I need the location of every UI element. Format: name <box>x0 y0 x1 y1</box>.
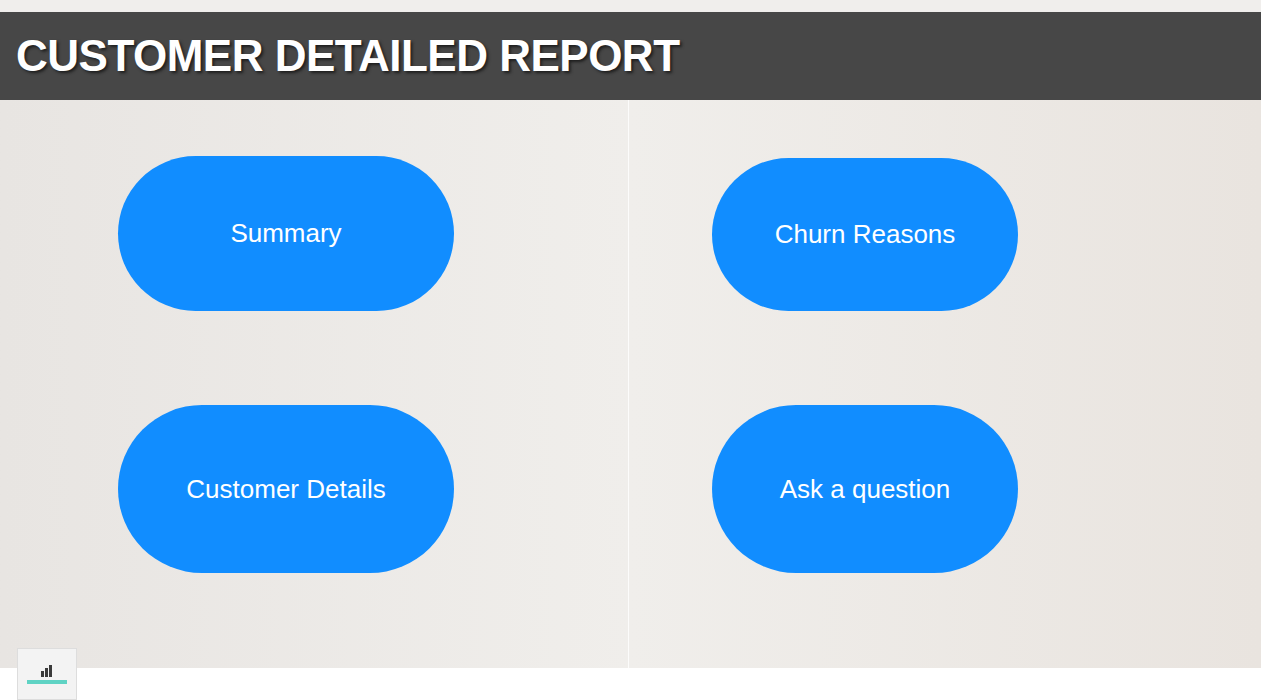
nav-button-label: Ask a question <box>780 473 951 506</box>
report-title: CUSTOMER DETAILED REPORT <box>16 34 680 78</box>
nav-button[interactable]: Summary <box>118 156 454 311</box>
nav-button-label: Churn Reasons <box>775 218 956 251</box>
nav-button-label: Customer Details <box>186 473 385 506</box>
nav-button[interactable]: Churn Reasons <box>712 158 1018 311</box>
header-bar: CUSTOMER DETAILED REPORT <box>0 12 1261 100</box>
nav-grid: Summary Churn Reasons Customer Details Ask … <box>0 100 1261 573</box>
nav-button-label: Summary <box>230 217 341 250</box>
logo-icon <box>17 648 77 700</box>
background-picture: Summary Churn Reasons Customer Details Ask … <box>0 100 1261 668</box>
nav-button[interactable]: Customer Details <box>118 405 454 573</box>
nav-button[interactable]: Ask a question <box>712 405 1018 573</box>
